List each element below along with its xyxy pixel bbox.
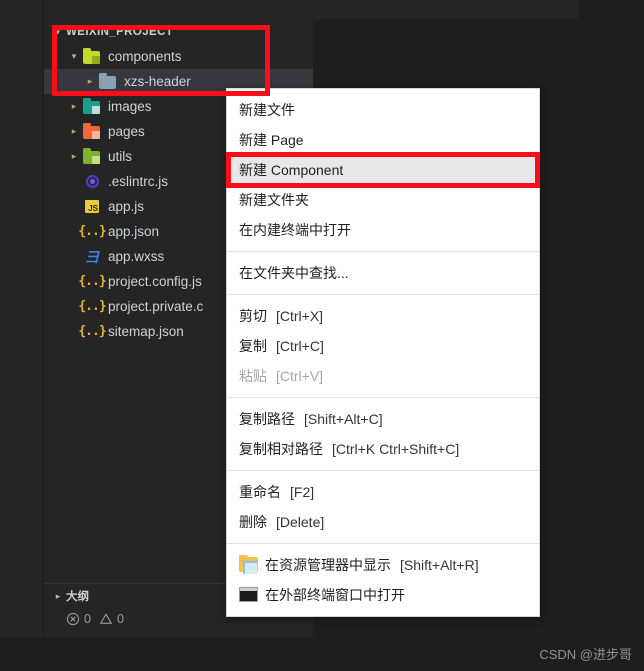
tree-item-label: project.private.c (108, 299, 204, 314)
folder-icon (82, 123, 102, 140)
menu-item-复制路径[interactable]: 复制路径 [Shift+Alt+C] (227, 404, 539, 434)
cmd-terminal-icon: C:\. (237, 586, 261, 611)
vscode-window: ▾ WEIXIN_PROJECT ▾ components ▸ xzs-header ▸ im… (0, 0, 644, 671)
chevron-right-icon[interactable]: ▸ (66, 127, 82, 136)
tree-item-label: utils (108, 149, 133, 164)
chevron-down-icon[interactable]: ▾ (50, 27, 66, 37)
menu-separator (227, 543, 539, 544)
tree-item-label: xzs-header (124, 74, 191, 89)
tree-item-label: app.js (108, 199, 145, 214)
spacer-icon: · (66, 177, 82, 186)
eslint-file-icon (82, 173, 102, 190)
menu-item-label: 新建 Component (239, 162, 344, 178)
menu-item-label: 复制路径 (239, 411, 295, 427)
tree-root-weixin-project[interactable]: ▾ WEIXIN_PROJECT (44, 20, 313, 44)
json-file-icon: {..} (78, 274, 106, 289)
chevron-right-icon[interactable]: ▸ (82, 77, 98, 86)
menu-item-剪切[interactable]: 剪切 [Ctrl+X] (227, 301, 539, 331)
menu-item-label: 新建文件 (239, 102, 295, 118)
menu-item-重命名[interactable]: 重命名 [F2] (227, 477, 539, 507)
menu-item-shortcut: [Ctrl+K Ctrl+Shift+C] (332, 441, 460, 457)
folder-icon (98, 73, 118, 90)
menu-item-在资源管理器中显示[interactable]: 在资源管理器中显示 [Shift+Alt+R] (227, 550, 539, 580)
menu-item-在文件夹中查找-[interactable]: 在文件夹中查找... (227, 258, 539, 288)
json-file-icon: {..} (78, 299, 106, 314)
menu-item-删除[interactable]: 删除 [Delete] (227, 507, 539, 537)
chevron-right-icon[interactable]: ▸ (66, 102, 82, 111)
menu-separator (227, 251, 539, 252)
chevron-right-icon[interactable]: ▸ (50, 591, 66, 601)
menu-item-label: 新建 Page (239, 132, 304, 148)
watermark: CSDN @进步哥 (539, 647, 632, 662)
menu-item-label: 复制相对路径 (239, 441, 323, 457)
tree-item-components[interactable]: ▾ components (44, 44, 313, 69)
tree-item-label: .eslintrc.js (108, 174, 169, 189)
json-file-icon: {..} (78, 324, 106, 339)
tree-item-label: project.config.js (108, 274, 202, 289)
menu-item-新建-component[interactable]: 新建 Component (227, 155, 539, 185)
folder-icon (82, 148, 102, 165)
menu-item-在外部终端窗口中打开[interactable]: C:\. 在外部终端窗口中打开 (227, 580, 539, 611)
menu-item-shortcut: [Ctrl+V] (276, 368, 324, 384)
context-menu[interactable]: 新建文件新建 Page 新建 Component 新建文件夹在内建终端中打开 在文件夹… (226, 88, 540, 617)
chevron-down-icon[interactable]: ▾ (66, 52, 82, 61)
tree-root-label: WEIXIN_PROJECT (66, 26, 174, 38)
wxss-file-icon: 彐 (85, 249, 99, 266)
menu-separator (227, 294, 539, 295)
tree-item-label: sitemap.json (108, 324, 184, 339)
javascript-file-icon: JS (82, 198, 102, 215)
menu-item-label: 剪切 (239, 308, 267, 324)
spacer-icon: · (66, 202, 82, 211)
menu-item-label: 在内建终端中打开 (239, 222, 351, 238)
json-file-icon: {..} (78, 224, 106, 239)
menu-item-新建文件[interactable]: 新建文件 (227, 95, 539, 125)
folder-icon (82, 48, 102, 65)
menu-item-label: 在资源管理器中显示 (265, 557, 391, 573)
menu-item-shortcut: [Shift+Alt+C] (304, 411, 383, 427)
spacer-icon: · (66, 252, 82, 261)
tree-item-label: images (108, 99, 152, 114)
menu-item-新建-page[interactable]: 新建 Page (227, 125, 539, 155)
menu-item-label: 在外部终端窗口中打开 (265, 587, 405, 603)
menu-item-shortcut: [F2] (290, 484, 315, 500)
tree-item-label: app.json (108, 224, 160, 239)
menu-item-复制相对路径[interactable]: 复制相对路径 [Ctrl+K Ctrl+Shift+C] (227, 434, 539, 464)
folder-icon (82, 98, 102, 115)
menu-item-shortcut: [Ctrl+C] (276, 338, 324, 354)
menu-item-label: 重命名 (239, 484, 281, 500)
menu-item-label: 新建文件夹 (239, 192, 309, 208)
menu-item-shortcut: [Delete] (276, 514, 325, 530)
menu-item-label: 粘贴 (239, 368, 267, 384)
tree-item-label: app.wxss (108, 249, 165, 264)
menu-item-label: 在文件夹中查找... (239, 265, 349, 281)
explorer-icon (237, 555, 261, 574)
chevron-right-icon[interactable]: ▸ (66, 152, 82, 161)
warning-count: 0 (116, 612, 124, 626)
activity-bar[interactable] (0, 0, 44, 637)
tree-item-label: pages (108, 124, 145, 139)
menu-item-新建文件夹[interactable]: 新建文件夹 (227, 185, 539, 215)
tree-item-label: components (108, 49, 182, 64)
status-bar: CSDN @进步哥 (0, 637, 644, 671)
menu-item-label: 删除 (239, 514, 267, 530)
menu-item-粘贴: 粘贴 [Ctrl+V] (227, 361, 539, 391)
menu-separator (227, 470, 539, 471)
menu-item-shortcut: [Ctrl+X] (276, 308, 324, 324)
menu-separator (227, 397, 539, 398)
outline-label: 大纲 (66, 591, 89, 603)
error-icon (66, 612, 80, 626)
warning-icon (100, 613, 112, 624)
error-count: 0 (84, 612, 91, 626)
menu-item-在内建终端中打开[interactable]: 在内建终端中打开 (227, 215, 539, 245)
menu-item-shortcut: [Shift+Alt+R] (400, 557, 479, 573)
menu-item-label: 复制 (239, 338, 267, 354)
menu-item-复制[interactable]: 复制 [Ctrl+C] (227, 331, 539, 361)
